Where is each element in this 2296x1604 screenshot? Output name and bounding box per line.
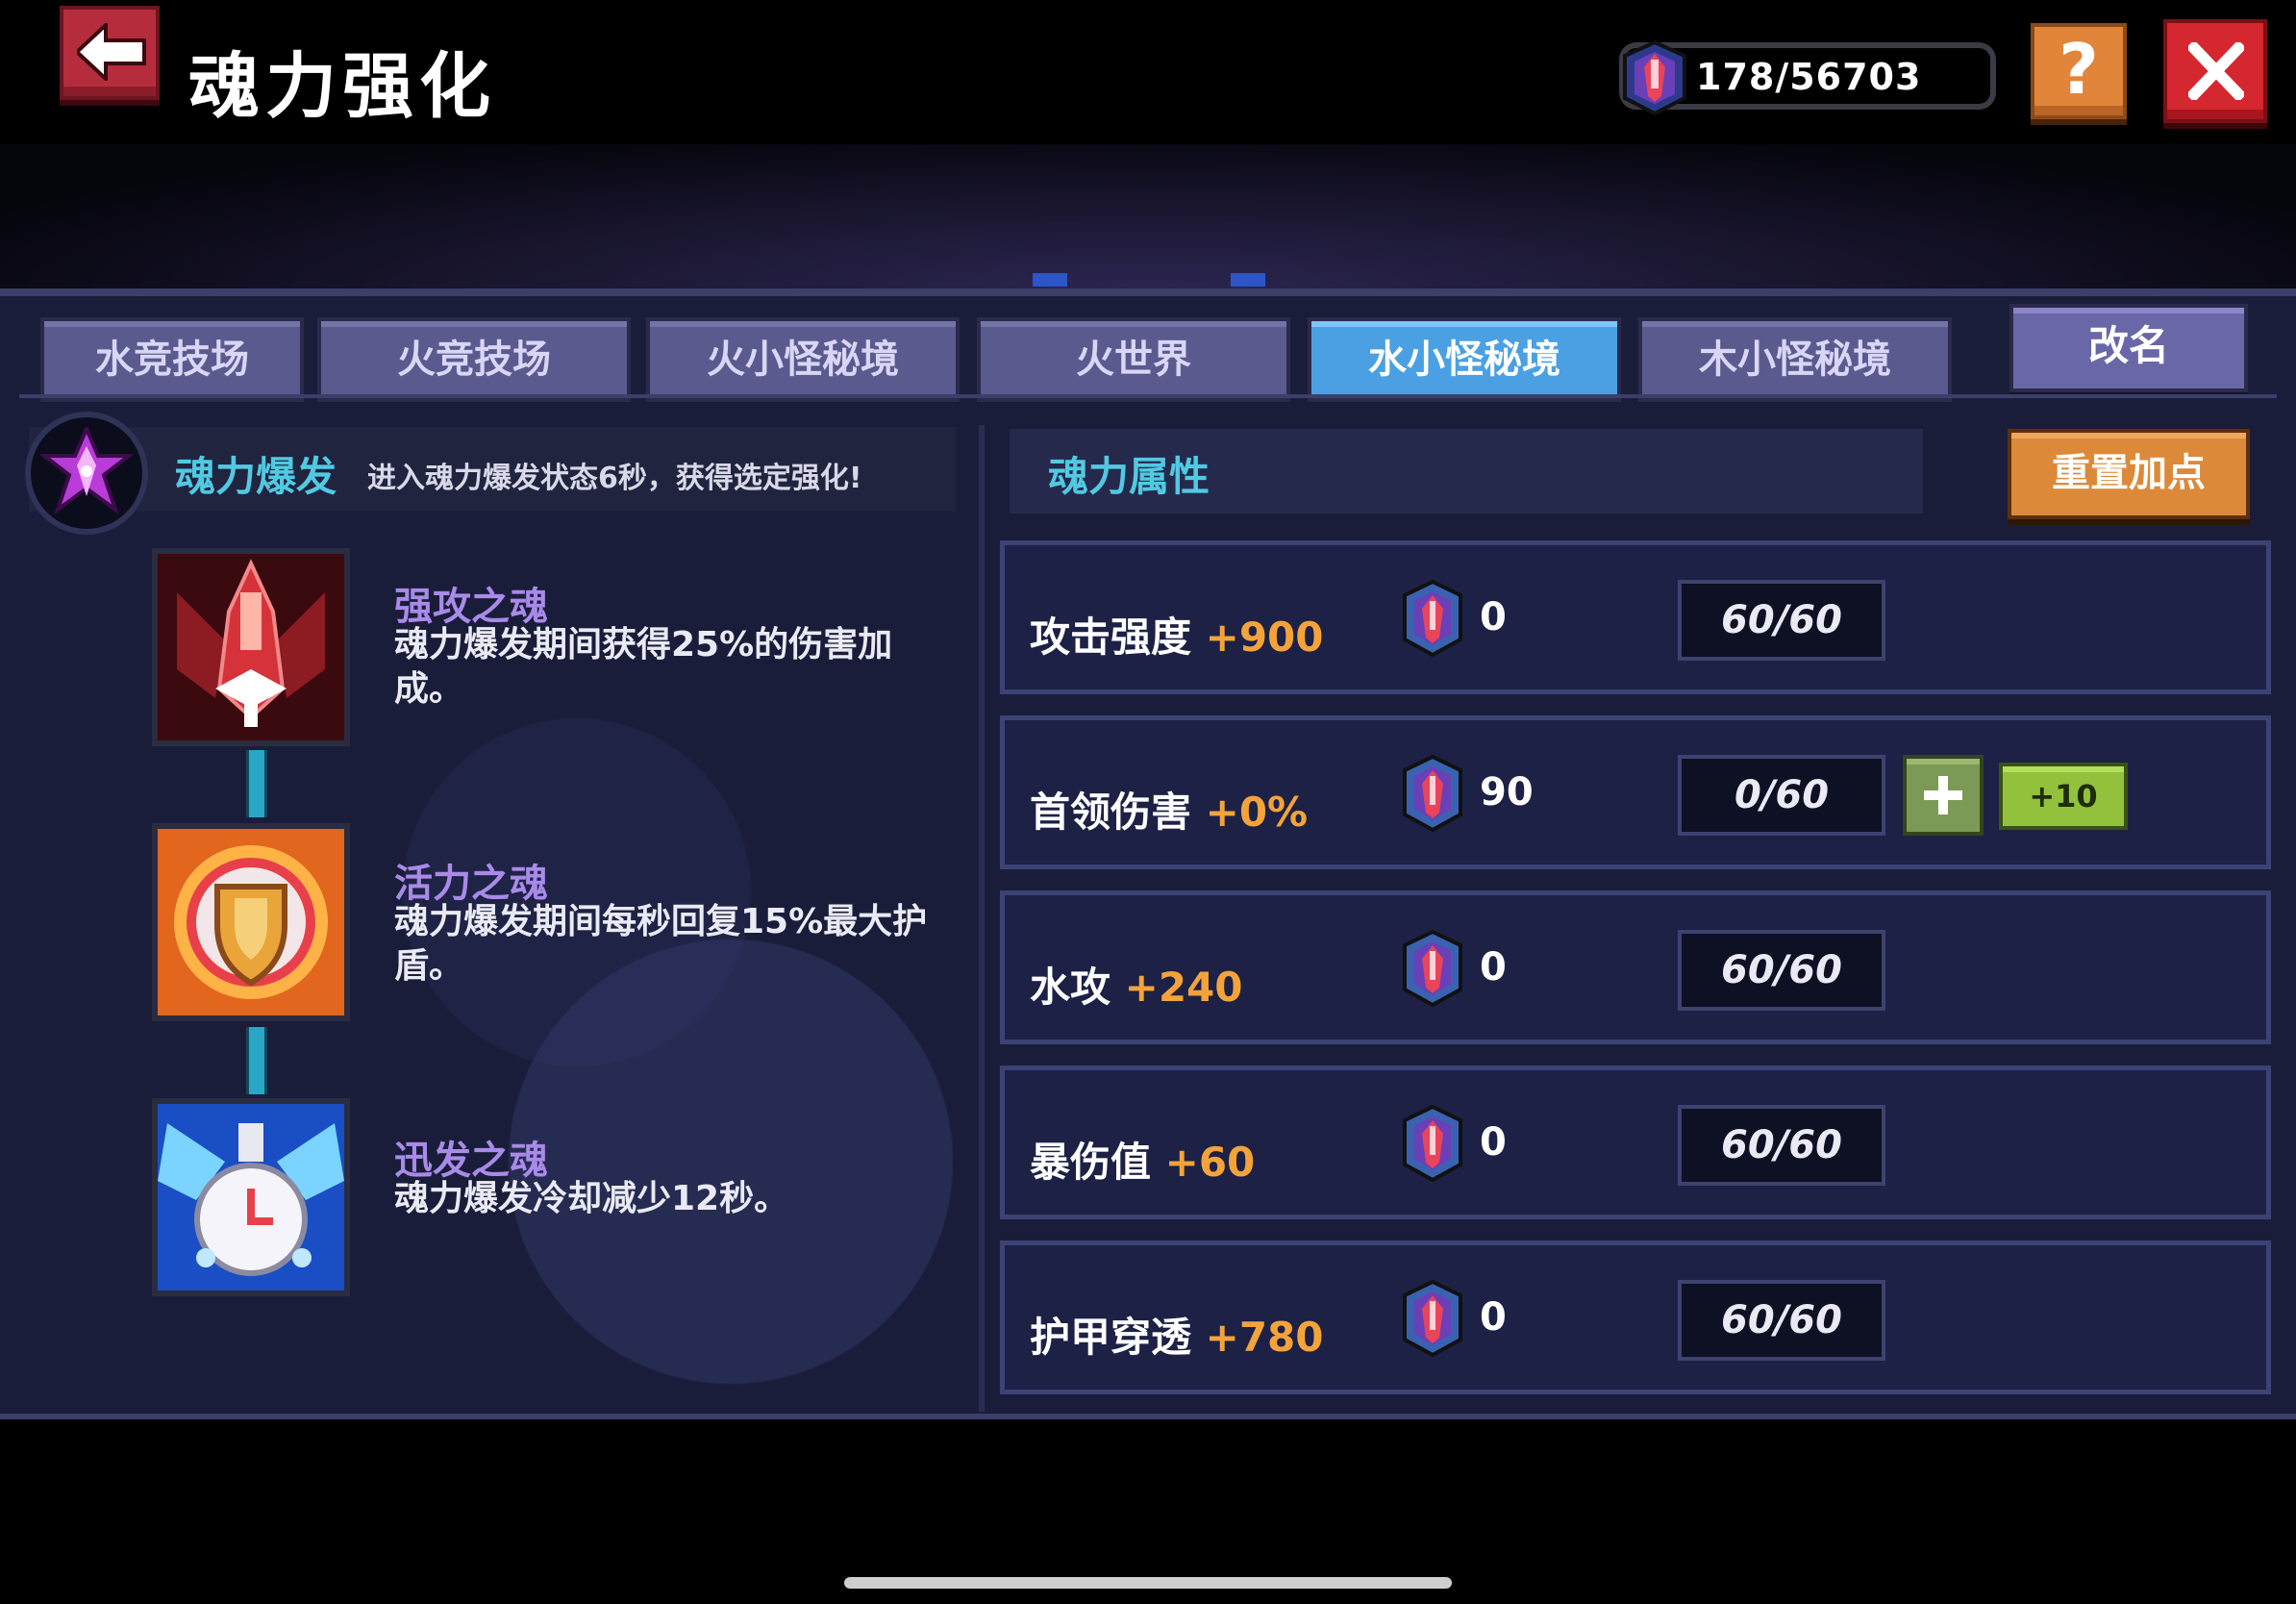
soul-burst-icon bbox=[25, 412, 148, 535]
tab-fire-monster-realm[interactable]: 火小怪秘境 bbox=[646, 317, 960, 402]
skill-description: 魂力爆发冷却减少12秒。 bbox=[394, 1179, 789, 1218]
upgrade-cost: 0 bbox=[1480, 595, 1507, 639]
column-divider bbox=[979, 425, 985, 1412]
attribute-row: 水攻 +240 0 60/60 bbox=[1000, 890, 2271, 1044]
soul-gem-icon bbox=[1403, 755, 1462, 832]
attribute-label: 攻击强度 +900 bbox=[1030, 614, 1324, 661]
attribute-level: 60/60 bbox=[1678, 1280, 1885, 1361]
attribute-level: 60/60 bbox=[1678, 1105, 1885, 1186]
burst-name: 魂力爆发 bbox=[175, 453, 337, 500]
attribute-bonus: +0% bbox=[1205, 789, 1309, 836]
attribute-row: 暴伤值 +60 0 60/60 bbox=[1000, 1065, 2271, 1219]
help-button[interactable]: ? bbox=[2031, 23, 2127, 119]
soul-gem-icon bbox=[1403, 580, 1462, 657]
skill-icon-rapid[interactable] bbox=[152, 1098, 350, 1296]
clock-icon bbox=[158, 1104, 344, 1291]
soul-gem-icon bbox=[1403, 930, 1462, 1007]
soul-gem-icon bbox=[1623, 40, 1686, 115]
attribute-level: 0/60 bbox=[1678, 755, 1885, 836]
attributes-title: 魂力属性 bbox=[1048, 453, 1210, 500]
home-indicator[interactable] bbox=[844, 1577, 1452, 1589]
back-button[interactable] bbox=[60, 6, 160, 100]
shield-icon bbox=[158, 829, 344, 1015]
close-icon bbox=[2188, 42, 2244, 100]
skill-connector bbox=[246, 750, 267, 817]
soul-gem-icon bbox=[1403, 1105, 1462, 1182]
plus-icon bbox=[1924, 776, 1962, 815]
close-button[interactable] bbox=[2163, 19, 2267, 123]
currency-amount: 178/56703 bbox=[1696, 56, 1922, 98]
page-title: 魂力强化 bbox=[188, 45, 496, 128]
add-point-button[interactable] bbox=[1903, 755, 1984, 836]
tab-fire-arena[interactable]: 火竞技场 bbox=[317, 317, 631, 402]
attribute-label: 护甲穿透 +780 bbox=[1030, 1314, 1324, 1361]
skill-description: 魂力爆发期间获得25%的伤害加成。 bbox=[394, 625, 893, 709]
upgrade-cost: 0 bbox=[1480, 1120, 1507, 1165]
burst-description: 进入魂力爆发状态6秒，获得选定强化! bbox=[367, 462, 862, 495]
soul-currency-display: 178/56703 bbox=[1619, 40, 1996, 115]
attribute-label: 首领伤害 +0% bbox=[1030, 789, 1309, 836]
attribute-level: 60/60 bbox=[1678, 580, 1885, 661]
attribute-bonus: +240 bbox=[1124, 964, 1243, 1011]
tab-wood-monster-realm[interactable]: 木小怪秘境 bbox=[1638, 317, 1952, 402]
attribute-row: 攻击强度 +900 0 60/60 bbox=[1000, 540, 2271, 694]
skill-icon-vitality[interactable] bbox=[152, 823, 350, 1021]
attribute-bonus: +900 bbox=[1205, 614, 1324, 661]
upgrade-cost: 0 bbox=[1480, 1295, 1507, 1340]
divider bbox=[19, 394, 2277, 398]
attribute-bonus: +780 bbox=[1205, 1314, 1324, 1361]
red-spaceship-icon bbox=[158, 554, 344, 740]
reset-points-button[interactable]: 重置加点 bbox=[2008, 429, 2250, 519]
rename-button[interactable]: 改名 bbox=[2009, 304, 2248, 392]
add-ten-points-button[interactable]: +10 bbox=[1999, 763, 2128, 830]
purple-crystal-icon bbox=[40, 427, 133, 515]
arrow-left-icon bbox=[77, 23, 146, 81]
attribute-label: 水攻 +240 bbox=[1030, 964, 1243, 1011]
banner-background bbox=[0, 144, 2296, 288]
attribute-label: 暴伤值 +60 bbox=[1030, 1139, 1256, 1186]
attribute-row: 首领伤害 +0% 90 0/60 +10 bbox=[1000, 715, 2271, 869]
banner-decoration bbox=[1033, 273, 1067, 287]
tab-water-monster-realm[interactable]: 水小怪秘境 bbox=[1308, 317, 1621, 402]
attribute-level: 60/60 bbox=[1678, 930, 1885, 1011]
banner-decoration bbox=[1231, 273, 1265, 287]
skill-connector bbox=[246, 1027, 267, 1094]
upgrade-cost: 0 bbox=[1480, 945, 1507, 990]
attribute-bonus: +60 bbox=[1164, 1139, 1256, 1186]
attribute-row: 护甲穿透 +780 0 60/60 bbox=[1000, 1241, 2271, 1394]
tab-water-arena[interactable]: 水竞技场 bbox=[40, 317, 304, 402]
upgrade-cost: 90 bbox=[1480, 770, 1534, 815]
tab-fire-world[interactable]: 火世界 bbox=[977, 317, 1290, 402]
skill-icon-strong-attack[interactable] bbox=[152, 548, 350, 746]
soul-gem-icon bbox=[1403, 1280, 1462, 1357]
skill-description: 魂力爆发期间每秒回复15%最大护盾。 bbox=[394, 902, 928, 986]
